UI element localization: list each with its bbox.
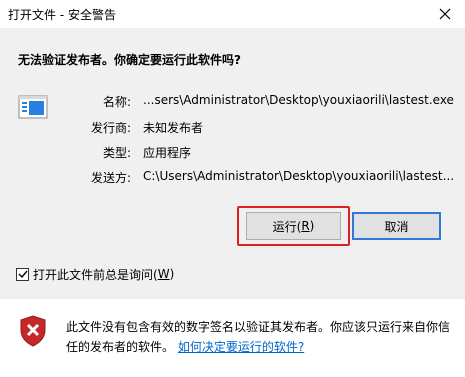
detail-value: C:\Users\Administrator\Desktop\youxiaori… — [143, 169, 455, 183]
always-ask-checkbox[interactable] — [16, 267, 29, 281]
detail-value: ...sers\Administrator\Desktop\youxiaoril… — [143, 93, 454, 107]
run-button-label: 运行( — [272, 219, 302, 234]
warning-headline: 无法验证发布者。你确定要运行此软件吗? — [18, 53, 241, 67]
detail-value: 未知发布者 — [143, 121, 204, 135]
always-ask-mnemonic: W — [157, 267, 170, 281]
always-ask-suffix: ) — [169, 267, 175, 281]
security-message: 此文件没有包含有效的数字签名以验证其发布者。你应该只运行来自你信任的发布者的软件… — [66, 317, 458, 357]
close-icon — [439, 8, 451, 20]
security-footer: 此文件没有包含有效的数字签名以验证其发布者。你应该只运行来自你信任的发布者的软件… — [0, 299, 465, 377]
detail-value: 应用程序 — [143, 146, 192, 160]
always-ask-option[interactable]: 打开此文件前总是询问(W) — [16, 266, 174, 282]
cancel-button-label: 取消 — [384, 219, 409, 234]
application-file-icon — [18, 95, 48, 119]
title-bar: 打开文件 - 安全警告 — [0, 0, 465, 28]
run-button-suffix: ) — [309, 219, 315, 233]
detail-label: 类型: — [102, 146, 131, 160]
security-warning-shield-icon — [20, 315, 46, 347]
cancel-button[interactable]: 取消 — [352, 212, 441, 240]
detail-label: 发行商: — [90, 121, 131, 135]
dialog-content: 无法验证发布者。你确定要运行此软件吗? 名称: ...sers\Administ… — [0, 28, 465, 299]
detail-label: 发送方: — [90, 171, 131, 185]
run-button-mnemonic: R — [301, 219, 310, 233]
checkmark-icon — [18, 270, 28, 279]
close-button[interactable] — [425, 0, 465, 28]
detail-label: 名称: — [102, 95, 131, 109]
how-to-decide-link[interactable]: 如何决定要运行的软件? — [178, 340, 304, 354]
run-button[interactable]: 运行(R) — [246, 212, 341, 240]
window-title: 打开文件 - 安全警告 — [8, 8, 116, 22]
always-ask-label: 打开此文件前总是询问( — [33, 267, 158, 282]
